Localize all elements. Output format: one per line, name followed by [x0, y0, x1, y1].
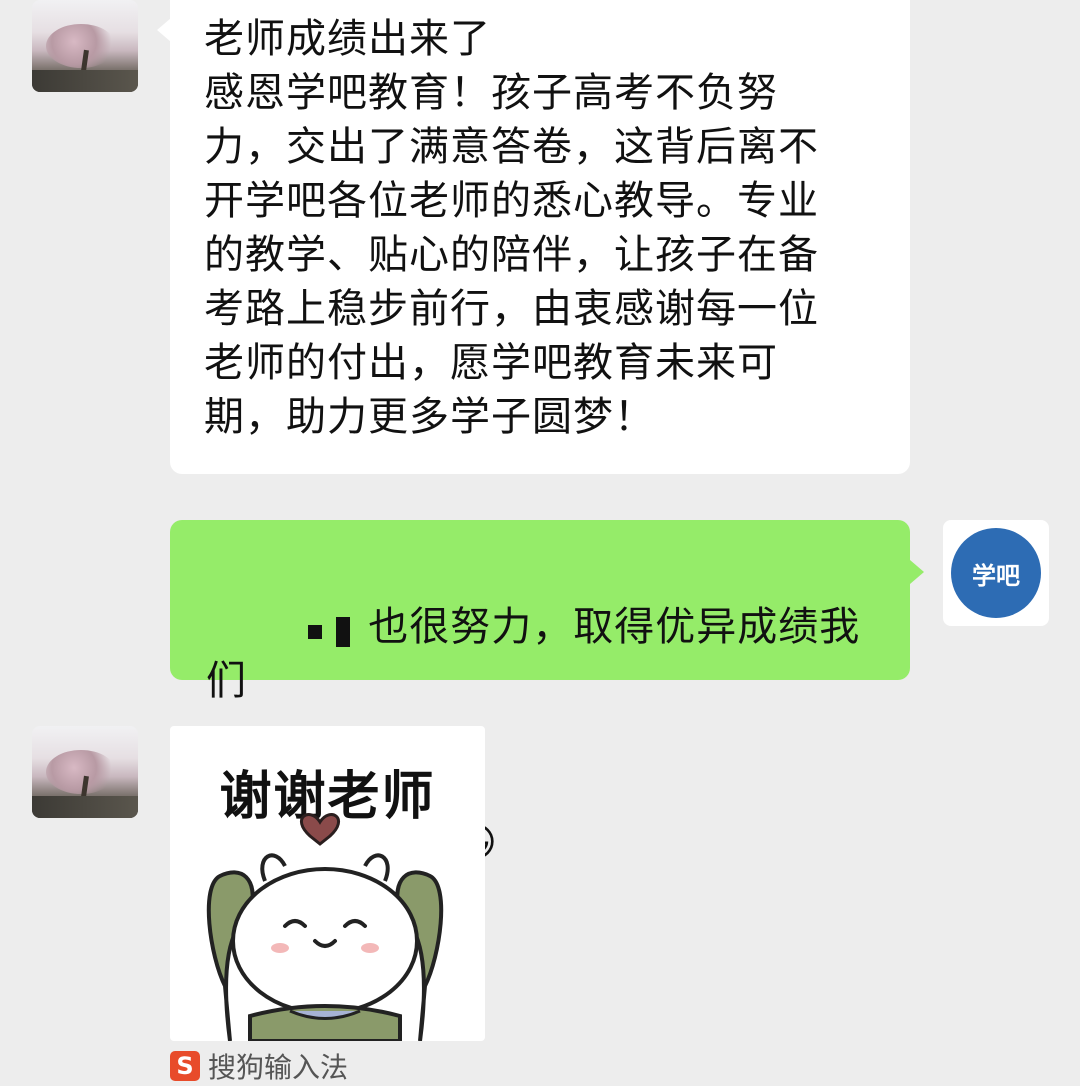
message-line: 开学吧各位老师的悉心教导。专业: [204, 178, 819, 224]
avatar-ground: [32, 70, 138, 92]
sender-avatar[interactable]: 学吧: [943, 520, 1049, 626]
cat-cheer-illustration: [206, 813, 444, 1041]
xueba-logo: 学吧: [951, 528, 1041, 618]
thank-you-sticker[interactable]: 谢谢老师: [170, 726, 485, 1041]
contact-avatar[interactable]: [32, 0, 138, 92]
message-line: 感恩学吧教育！孩子高考不负努: [204, 70, 778, 116]
avatar-tree: [46, 24, 116, 68]
bubble-tail: [910, 560, 924, 584]
sogou-icon: S: [170, 1051, 200, 1081]
message-line: 老师的付出，愿学吧教育未来可: [204, 340, 778, 386]
logo-text: 学吧: [972, 561, 1020, 590]
message-line: 老师成绩出来了: [204, 16, 491, 62]
message-line: 的教学、贴心的陪伴，让孩子在备: [204, 232, 819, 278]
redacted-name: [288, 611, 368, 647]
message-line: 期，助力更多学子圆梦！: [204, 394, 655, 440]
incoming-message-bubble[interactable]: 老师成绩出来了 感恩学吧教育！孩子高考不负努 力，交出了满意答卷，这背后离不 开…: [170, 0, 910, 474]
ime-label: 搜狗输入法: [208, 1051, 349, 1084]
bubble-tail: [157, 18, 171, 42]
ime-bar: S 搜狗输入法: [170, 1046, 348, 1086]
avatar-ground: [32, 796, 138, 818]
incoming-message-text: 老师成绩出来了 感恩学吧教育！孩子高考不负努 力，交出了满意答卷，这背后离不 开…: [204, 12, 894, 444]
message-line: 考路上稳步前行，由衷感谢每一位: [204, 286, 819, 332]
avatar-tree: [46, 750, 116, 794]
message-line: 力，交出了满意答卷，这背后离不: [204, 124, 819, 170]
outgoing-message-bubble[interactable]: 也很努力，取得优异成绩我们 也开心😃: [170, 520, 910, 866]
contact-avatar[interactable]: [32, 726, 138, 818]
